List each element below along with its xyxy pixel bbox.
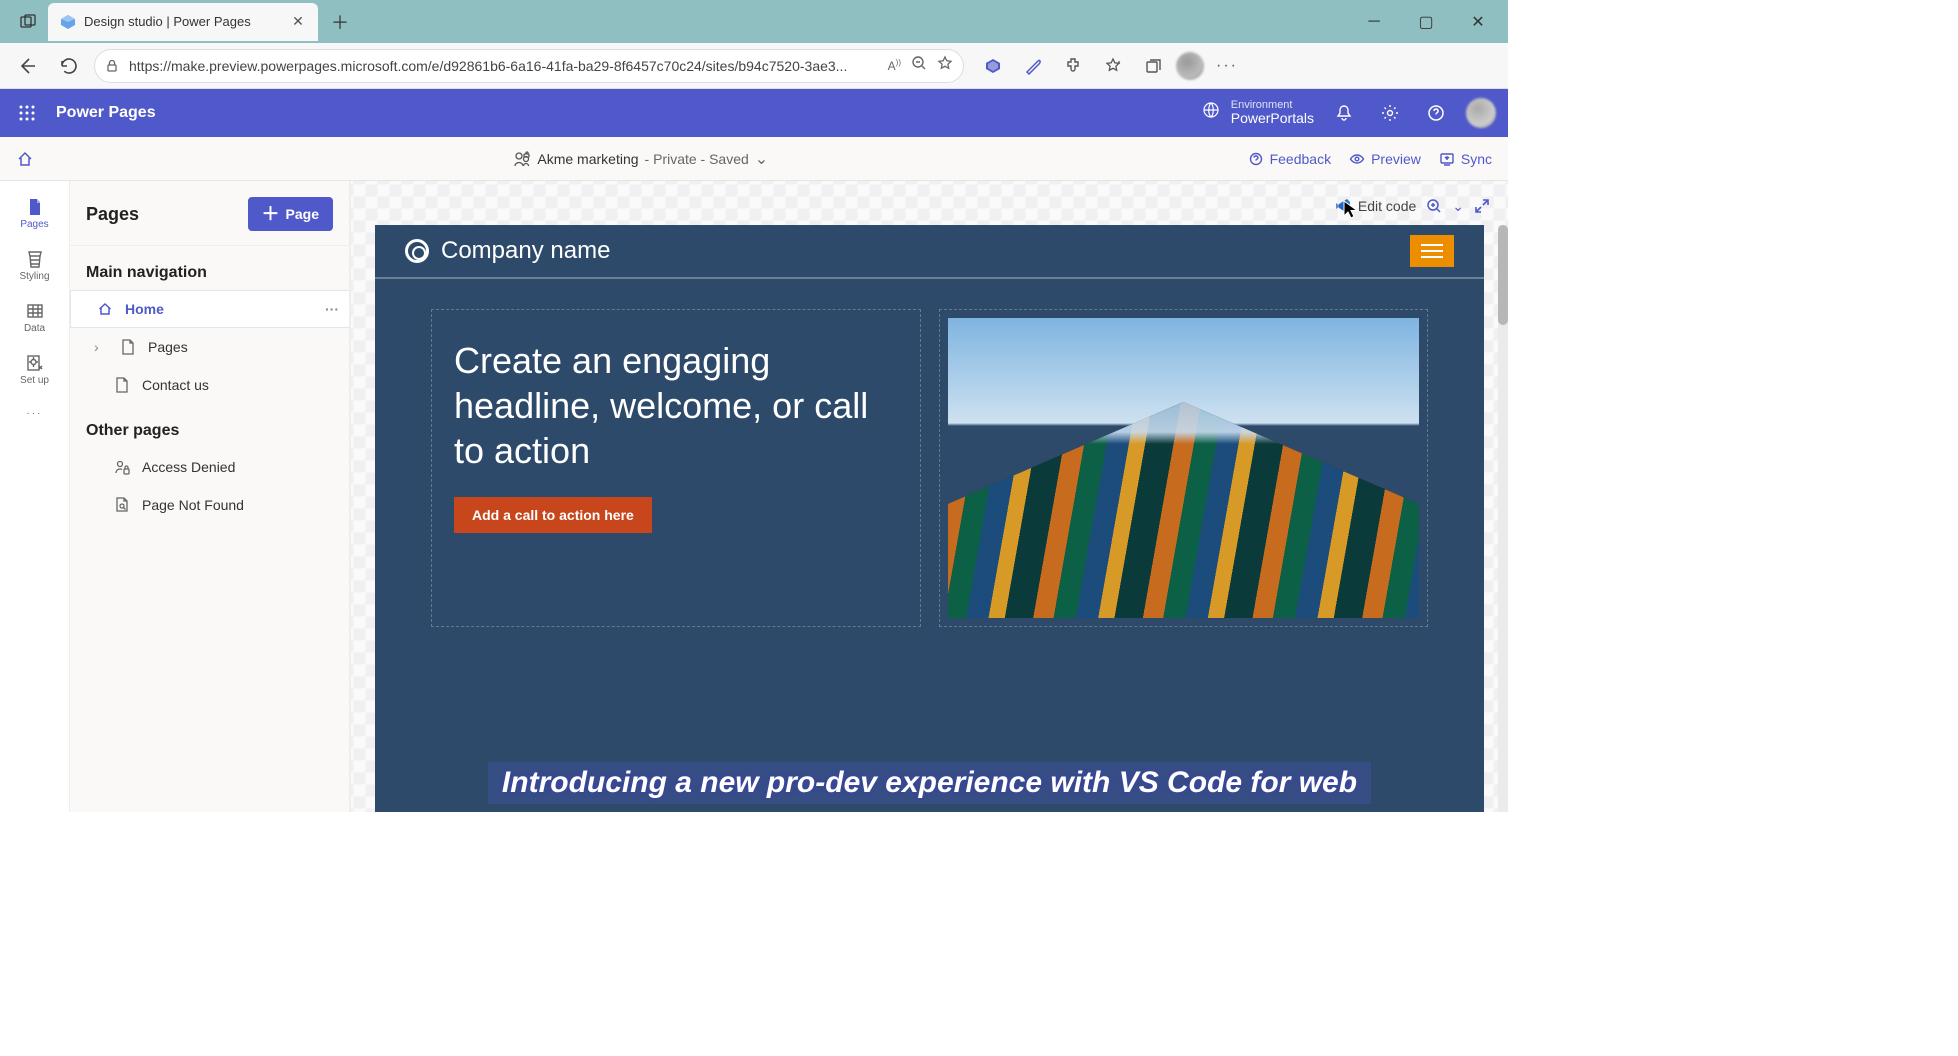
site-selector[interactable]: Akme marketing - Private - Saved ⌄ (34, 149, 1248, 169)
rail-pages[interactable]: Pages (7, 189, 63, 237)
app-launcher-icon[interactable] (12, 98, 42, 128)
announcement-text: Introducing a new pro-dev experience wit… (488, 762, 1371, 804)
home-icon[interactable] (16, 150, 34, 168)
nav-home[interactable]: Home ··· (70, 290, 349, 328)
nav-label: Home (125, 301, 164, 317)
maximize-button[interactable]: ▢ (1404, 7, 1448, 37)
expand-icon[interactable] (1474, 198, 1490, 214)
cta-button[interactable]: Add a call to action here (454, 497, 652, 533)
feedback-label: Feedback (1270, 151, 1331, 167)
nav-label: Page Not Found (142, 497, 244, 513)
hero-image-block[interactable] (939, 309, 1428, 627)
site-preview: Company name Create an engaging headline… (375, 225, 1484, 812)
reader-icon[interactable]: A)) (888, 58, 901, 73)
site-logo-icon (405, 239, 429, 263)
more-icon[interactable]: ··· (1210, 49, 1244, 83)
page-search-icon (112, 497, 132, 513)
nav-pages[interactable]: › Pages (70, 328, 349, 366)
notifications-icon[interactable] (1328, 97, 1360, 129)
chevron-down-icon: ⌄ (755, 149, 768, 169)
company-name[interactable]: Company name (441, 237, 610, 265)
window-tabs-icon[interactable] (12, 6, 44, 38)
page-icon (112, 377, 132, 393)
product-name[interactable]: Power Pages (56, 104, 156, 122)
hero-text-block[interactable]: Create an engaging headline, welcome, or… (431, 309, 921, 627)
rail-more[interactable]: ··· (7, 397, 63, 429)
favorites-bar-icon[interactable] (1096, 49, 1130, 83)
rail-styling-label: Styling (19, 271, 49, 282)
nav-label: Contact us (142, 377, 209, 393)
chevron-right-icon[interactable]: › (94, 339, 108, 355)
rail-data[interactable]: Data (7, 293, 63, 341)
minimize-button[interactable]: ─ (1352, 7, 1396, 37)
outlook-icon[interactable] (976, 49, 1010, 83)
site-meta: - Private - Saved (645, 151, 749, 167)
rail-pages-label: Pages (20, 219, 48, 230)
sync-label: Sync (1461, 151, 1492, 167)
nav-label: Access Denied (142, 459, 235, 475)
favorite-icon[interactable] (937, 55, 953, 76)
refresh-button[interactable] (52, 49, 86, 83)
section-main-nav: Main navigation (70, 246, 349, 290)
zoom-dropdown-icon[interactable]: ⌄ (1452, 198, 1464, 215)
person-lock-icon (112, 459, 132, 475)
close-tab-button[interactable]: ✕ (290, 14, 306, 30)
user-avatar[interactable] (1466, 98, 1496, 128)
rail-setup[interactable]: Set up (7, 345, 63, 393)
extensions-icon[interactable] (1056, 49, 1090, 83)
section-other: Other pages (70, 404, 349, 448)
rail-setup-label: Set up (20, 375, 49, 386)
close-window-button[interactable]: ✕ (1456, 7, 1500, 37)
hero-headline[interactable]: Create an engaging headline, welcome, or… (454, 338, 898, 473)
collections-icon[interactable] (1136, 49, 1170, 83)
tab-title: Design studio | Power Pages (84, 14, 282, 29)
preview-label: Preview (1371, 151, 1421, 167)
more-icon[interactable]: ··· (325, 301, 339, 317)
rail-styling[interactable]: Styling (7, 241, 63, 289)
address-bar[interactable]: https://make.preview.powerpages.microsof… (94, 49, 964, 83)
zoom-out-icon[interactable] (911, 55, 927, 76)
browser-tab[interactable]: Design studio | Power Pages ✕ (48, 3, 318, 41)
lock-icon (105, 59, 119, 73)
site-name: Akme marketing (537, 151, 638, 167)
back-button[interactable] (10, 49, 44, 83)
page-icon (118, 339, 138, 355)
sync-link[interactable]: Sync (1439, 151, 1492, 167)
add-page-label: Page (286, 206, 319, 222)
nav-not-found[interactable]: Page Not Found (70, 486, 349, 524)
favicon-icon (60, 14, 76, 30)
hamburger-menu[interactable] (1410, 235, 1454, 267)
nav-contact[interactable]: Contact us (70, 366, 349, 404)
url-text: https://make.preview.powerpages.microsof… (129, 58, 878, 74)
nav-label: Pages (148, 339, 188, 355)
feather-icon[interactable] (1016, 49, 1050, 83)
preview-link[interactable]: Preview (1349, 151, 1421, 167)
zoom-in-icon[interactable] (1426, 198, 1442, 214)
cursor-icon (1340, 199, 1362, 226)
edit-code-label: Edit code (1358, 198, 1416, 214)
profile-avatar[interactable] (1176, 52, 1204, 80)
sidebar-title: Pages (86, 204, 139, 225)
new-tab-button[interactable]: ＋ (324, 6, 356, 38)
globe-icon (1201, 100, 1221, 125)
environment-selector[interactable]: Environment PowerPortals (1201, 99, 1314, 126)
home-icon (95, 301, 115, 317)
settings-icon[interactable] (1374, 97, 1406, 129)
add-page-button[interactable]: ＋ Page (248, 197, 333, 231)
rail-data-label: Data (24, 323, 45, 334)
feedback-link[interactable]: Feedback (1248, 151, 1331, 167)
env-name: PowerPortals (1231, 111, 1314, 126)
nav-access-denied[interactable]: Access Denied (70, 448, 349, 486)
scrollbar-thumb[interactable] (1498, 225, 1508, 325)
help-icon[interactable] (1420, 97, 1452, 129)
